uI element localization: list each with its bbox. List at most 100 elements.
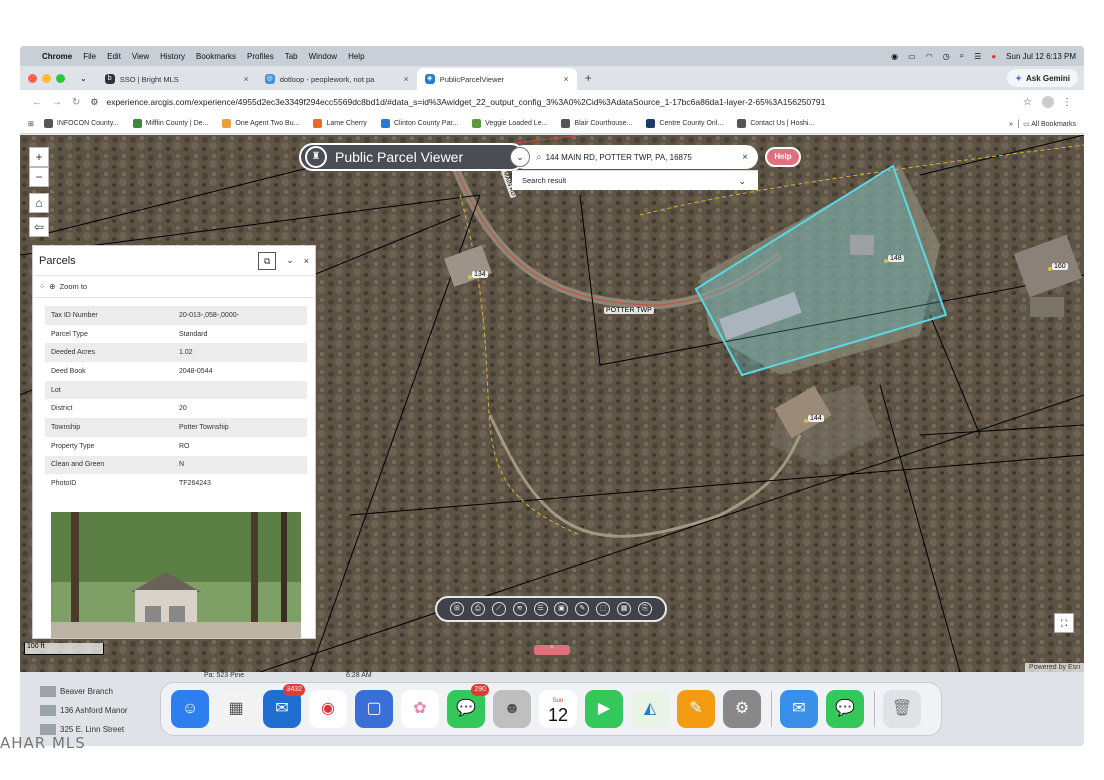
fullscreen-icon[interactable]: ⛶ (1054, 613, 1074, 633)
tab-dotloop[interactable]: ◎ dotloop - peoplework, not pa × (257, 68, 417, 90)
close-panel-icon[interactable]: × (304, 256, 309, 266)
zoom-to-row: ⁘ ⊕ Zoom to (33, 276, 315, 298)
tab-public-parcel-viewer[interactable]: ◈ PublicParcelViewer × (416, 68, 577, 90)
zoom-window-icon[interactable] (56, 73, 65, 83)
menu-edit[interactable]: Edit (107, 52, 121, 61)
collapse-panel-icon[interactable]: ⌄ (286, 255, 294, 266)
bookmark-item[interactable]: Lame Cherry (313, 119, 367, 128)
bookmark-item[interactable]: Veggie Loaded Le... (472, 119, 547, 128)
zoom-out-button[interactable]: − (29, 167, 49, 187)
search-input[interactable]: 144 MAIN RD, POTTER TWP, PA, 16875 (546, 153, 692, 162)
menu-file[interactable]: File (83, 52, 96, 61)
blogger-icon (313, 119, 323, 128)
spotlight-icon[interactable]: ⌕ (960, 51, 964, 61)
clear-search-icon[interactable]: × (742, 152, 748, 163)
bookmark-item[interactable]: Contact Us | Hoshi... (737, 119, 814, 128)
measure-icon[interactable]: ⟋ (491, 602, 506, 616)
draw-icon[interactable]: ✎ (575, 602, 590, 616)
menu-profiles[interactable]: Profiles (247, 52, 274, 61)
gemini-icon: ✦ (1015, 73, 1022, 83)
chrome-icon[interactable]: ◉ (309, 690, 347, 728)
expand-bottom-panel-button[interactable]: ⌃ (534, 645, 570, 655)
bookmark-item[interactable]: Centre County Onl... (646, 119, 723, 128)
contacts-icon[interactable]: ☻ (493, 690, 531, 728)
menu-help[interactable]: Help (348, 52, 364, 61)
legend-icon[interactable]: ☰ (533, 602, 548, 616)
zoom-to-link[interactable]: Zoom to (60, 282, 88, 291)
menu-app-name[interactable]: Chrome (42, 52, 72, 61)
trash-icon[interactable]: 🗑 (883, 690, 921, 728)
home-icon[interactable]: ⌂ (29, 193, 49, 213)
minimize-window-icon[interactable] (42, 73, 51, 83)
menu-history[interactable]: History (160, 52, 185, 61)
listing-item[interactable]: Beaver Branch (40, 686, 113, 697)
tab-bright-mls[interactable]: b SSO | Bright MLS × (97, 68, 257, 90)
ask-gemini-button[interactable]: ✦ Ask Gemini (1007, 69, 1078, 87)
zoom-to-icon[interactable]: ⊕ (49, 282, 55, 291)
basemap-gallery-icon[interactable]: ⊞ (449, 602, 464, 616)
search-source-dropdown[interactable]: ⌄ (510, 147, 530, 167)
close-tab-icon[interactable]: × (243, 74, 248, 84)
close-tab-icon[interactable]: × (563, 74, 568, 84)
tab-search-icon[interactable]: ⌄ (80, 74, 87, 83)
more-menu-icon[interactable]: ⋮ (1062, 97, 1072, 108)
layers-icon[interactable]: ≋ (512, 602, 527, 616)
export-icon[interactable]: ⎘ (638, 602, 653, 616)
site-settings-icon[interactable]: ⚙ (90, 97, 98, 108)
finder-icon[interactable]: ☺ (171, 690, 209, 728)
related-records-icon[interactable]: ⁘ (39, 282, 45, 291)
new-tab-button[interactable]: + (585, 71, 592, 85)
property-photo[interactable] (51, 512, 301, 638)
table-icon[interactable]: ▦ (617, 602, 632, 616)
bookmark-item[interactable]: Clinton County Par... (380, 119, 458, 128)
battery-icon[interactable]: ▭ (908, 52, 916, 61)
listing-item[interactable]: 136 Ashford Manor (40, 705, 128, 716)
outlook-icon[interactable]: ✉ 3432 (263, 684, 305, 728)
all-bookmarks-button[interactable]: » │ ▭ All Bookmarks (1009, 120, 1076, 128)
profile-icon[interactable] (1042, 96, 1054, 108)
clock-icon[interactable]: ◷ (943, 52, 950, 61)
map-view[interactable]: 134 148 160 144 POTTER TWP MAIN RD + − ⌂… (20, 135, 1084, 672)
bookmark-item[interactable]: One Agent Two Bu... (222, 119, 299, 128)
control-center-icon[interactable]: ☰ (974, 52, 981, 61)
select-icon[interactable]: ⬚ (596, 602, 611, 616)
mail-icon[interactable]: ✉ (780, 690, 818, 728)
bookmark-star-icon[interactable]: ☆ (1023, 97, 1032, 108)
zoom-in-button[interactable]: + (29, 147, 49, 167)
nav-buttons[interactable]: ←→↻ (32, 97, 90, 108)
print-icon[interactable]: ⎙ (470, 602, 485, 616)
bookmark-item[interactable]: Blair Courthouse... (561, 119, 632, 128)
launchpad-icon[interactable]: ▦ (217, 690, 255, 728)
apps-grid-icon[interactable]: ⊞ (28, 120, 34, 128)
facetime-icon[interactable]: ▶ (585, 690, 623, 728)
pages-icon[interactable]: ✎ (677, 690, 715, 728)
menu-window[interactable]: Window (309, 52, 337, 61)
attribute-row: Lot (45, 380, 307, 400)
maps-icon[interactable]: ◭ (631, 690, 669, 728)
url-field[interactable]: experience.arcgis.com/experience/4955d2e… (106, 97, 825, 107)
close-window-icon[interactable] (28, 73, 37, 83)
bookmark-item[interactable]: Mifflin County | De... (132, 119, 208, 128)
menu-view[interactable]: View (132, 52, 149, 61)
close-tab-icon[interactable]: × (403, 74, 408, 84)
search-result-dropdown[interactable]: Search result ⌄ (512, 170, 758, 190)
zoom-app-icon[interactable]: ▢ (355, 690, 393, 728)
bookmark-icon[interactable]: ▣ (554, 602, 569, 616)
messages-alt-icon[interactable]: 💬 (826, 690, 864, 728)
dock-panel-icon[interactable]: ⧉ (258, 251, 277, 270)
system-settings-icon[interactable]: ⚙ (723, 690, 761, 728)
bookmark-item[interactable]: INFOCON County... (43, 119, 119, 128)
messages-icon[interactable]: 💬 290 (447, 684, 489, 728)
siri-icon[interactable]: ● (991, 52, 996, 61)
camera-icon[interactable]: ◉ (891, 52, 898, 61)
wifi-icon[interactable]: ◠ (926, 52, 933, 61)
watermark-text: AHAR MLS (0, 734, 86, 752)
help-button[interactable]: Help (765, 147, 801, 167)
menu-tab[interactable]: Tab (285, 52, 298, 61)
photos-icon[interactable]: ✿ (401, 690, 439, 728)
back-extent-icon[interactable]: ⇦ (29, 217, 49, 237)
menu-clock[interactable]: Sun Jul 12 6:13 PM (1006, 52, 1076, 61)
menu-bookmarks[interactable]: Bookmarks (196, 52, 236, 61)
calendar-icon[interactable]: Sun 12 (539, 690, 577, 728)
search-box[interactable]: ⌄ ⌕ 144 MAIN RD, POTTER TWP, PA, 16875 × (510, 145, 758, 169)
